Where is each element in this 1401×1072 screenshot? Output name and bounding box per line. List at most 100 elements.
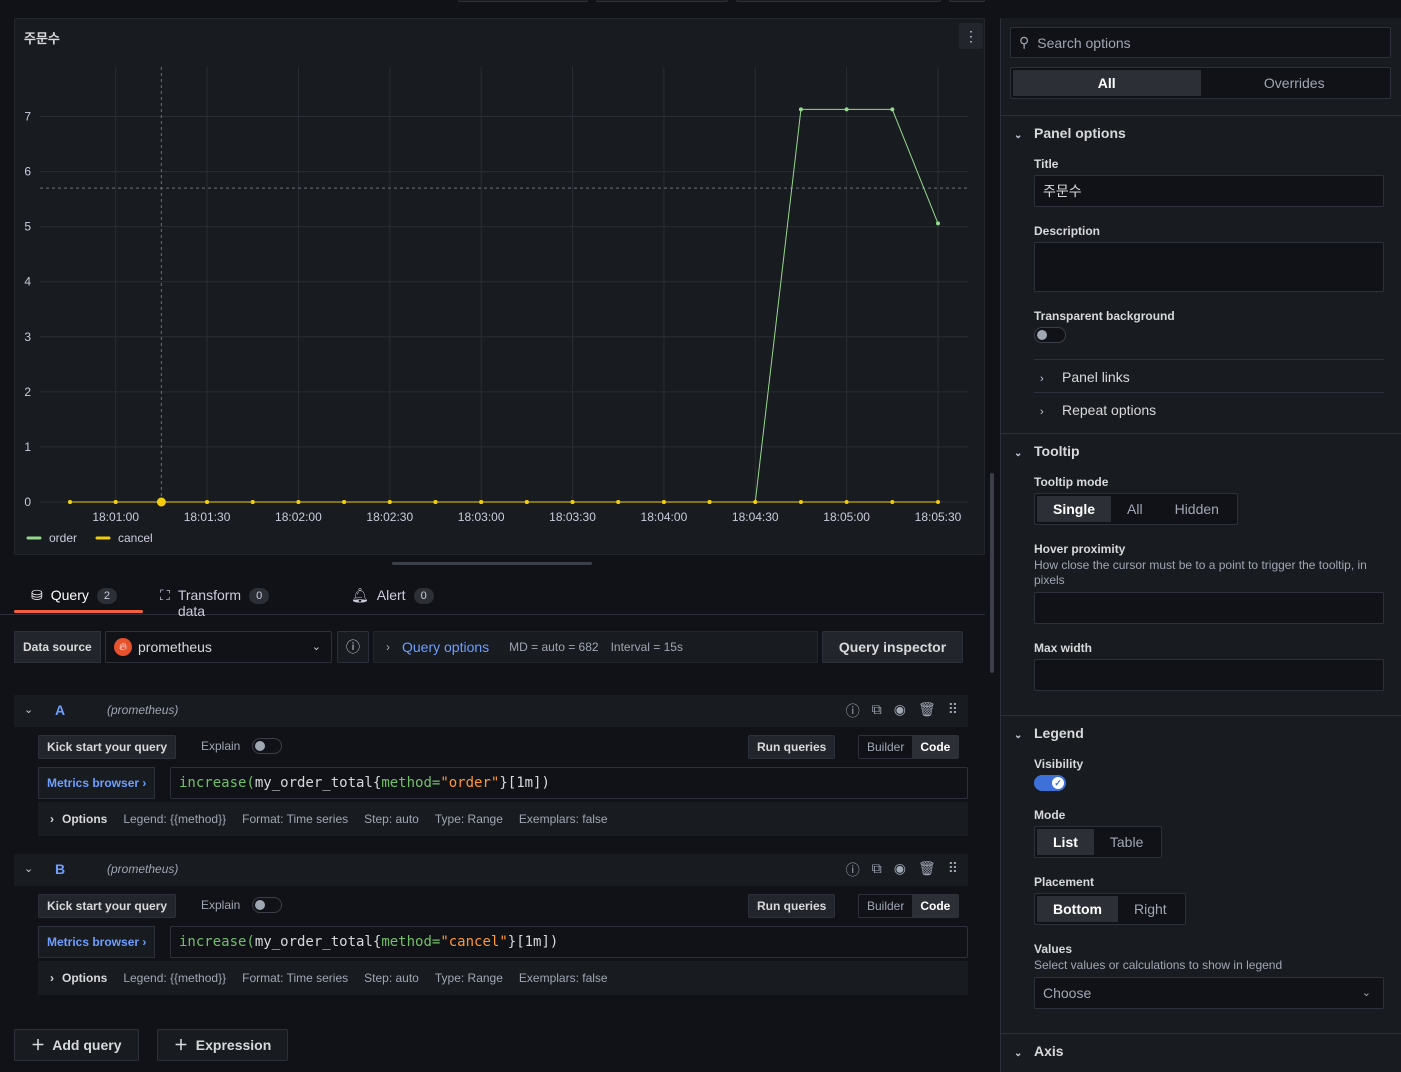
data-point-cancel	[524, 500, 529, 504]
x-tick-label: 18:04:00	[641, 510, 688, 524]
toolbar-button[interactable]	[736, 0, 941, 2]
tab-transform-count: 0	[249, 588, 270, 604]
expr-value: "cancel"	[440, 934, 508, 950]
hover-proximity-input[interactable]	[1034, 592, 1384, 624]
tooltip-mode-selector[interactable]: Single All Hidden	[1034, 493, 1238, 525]
tab-query[interactable]: ⛁ Query 2	[31, 587, 117, 619]
options-filter-tabs[interactable]: All Overrides	[1010, 67, 1391, 99]
tab-query-count: 2	[96, 588, 117, 604]
tab-overrides[interactable]: Overrides	[1201, 70, 1389, 96]
datasource-help-button[interactable]: ⓘ	[337, 631, 369, 663]
query-options[interactable]: › Query options MD = auto = 682 Interval…	[373, 631, 818, 663]
tooltip-mode-all[interactable]: All	[1111, 496, 1159, 522]
section-title: Tooltip	[1034, 443, 1080, 459]
values-select[interactable]: Choose ⌄	[1034, 977, 1384, 1009]
duplicate-icon[interactable]: ⧉	[872, 860, 882, 880]
time-series-chart[interactable]: 0 1 2 3 4 5 6 7 18:01:00 18:01:30 18:02:00 18:02:30…	[15, 19, 986, 556]
trash-icon[interactable]: 🗑︎	[918, 701, 936, 721]
drag-handle-icon[interactable]: ⠿	[948, 860, 958, 880]
run-queries-button[interactable]: Run queries	[748, 735, 836, 759]
tooltip-mode-hidden[interactable]: Hidden	[1159, 496, 1235, 522]
tab-transform[interactable]: ⛶ Transform data 0	[160, 587, 270, 619]
section-divider	[1001, 1033, 1401, 1034]
tooltip-mode-single[interactable]: Single	[1037, 496, 1112, 522]
add-query-button[interactable]: ＋ Add query	[14, 1029, 139, 1061]
eye-icon[interactable]: ◉	[894, 701, 906, 721]
values-placeholder: Choose	[1043, 985, 1092, 1001]
metrics-browser-button[interactable]: Metrics browser ›	[38, 767, 156, 799]
duplicate-icon[interactable]: ⧉	[872, 701, 882, 721]
run-queries-button[interactable]: Run queries	[748, 894, 836, 918]
editor-mode-toggle[interactable]: Builder Code	[858, 735, 960, 759]
tab-alert-label: Alert	[376, 587, 406, 603]
query-row-header-b[interactable]: ⌄ B (prometheus) ⓘ ⧉ ◉ 🗑︎ ⠿	[14, 854, 968, 886]
title-input[interactable]: 주문수	[1034, 175, 1384, 207]
query-expression-input[interactable]: increase(my_order_total{method="cancel"}…	[170, 926, 968, 958]
query-options-row[interactable]: › Options Legend: {{method}} Format: Tim…	[38, 802, 968, 836]
legend-mode-list[interactable]: List	[1037, 829, 1094, 855]
code-mode[interactable]: Code	[912, 736, 959, 758]
panel-links-section[interactable]: › Panel links	[1040, 369, 1130, 385]
description-textarea[interactable]	[1034, 242, 1384, 292]
legend-placement-selector[interactable]: Bottom Right	[1034, 893, 1186, 925]
eye-icon[interactable]: ◉	[894, 860, 906, 880]
placement-bottom[interactable]: Bottom	[1037, 896, 1118, 922]
legend-mode-selector[interactable]: List Table	[1034, 826, 1163, 858]
editor-scrollbar[interactable]	[990, 473, 994, 673]
transparent-toggle[interactable]	[1034, 327, 1066, 343]
repeat-options-section[interactable]: › Repeat options	[1040, 402, 1156, 418]
metrics-browser-button[interactable]: Metrics browser ›	[38, 926, 156, 958]
drag-handle-icon[interactable]: ⠿	[948, 701, 958, 721]
data-point-order	[844, 107, 849, 112]
expr-range: }[1m])	[499, 775, 550, 791]
query-ref[interactable]: A	[55, 702, 65, 718]
add-query-label: Add query	[52, 1037, 122, 1053]
tab-alert[interactable]: 🔔︎ Alert 0	[351, 587, 434, 619]
chevron-down-icon[interactable]: ⌄	[24, 862, 33, 875]
builder-mode[interactable]: Builder	[859, 736, 912, 758]
hover-proximity-desc: How close the cursor must be to a point …	[1034, 558, 1367, 587]
datasource-value: prometheus	[138, 639, 212, 655]
toolbar-button[interactable]	[596, 0, 728, 2]
query-options-md: MD = auto = 682	[509, 640, 599, 654]
query-row-header-a[interactable]: ⌄ A (prometheus) ⓘ ⧉ ◉ 🗑︎ ⠿	[14, 695, 968, 727]
data-point-cancel	[113, 500, 118, 504]
expr-metric: my_order_total	[254, 934, 373, 950]
editor-mode-toggle[interactable]: Builder Code	[858, 894, 960, 918]
section-divider	[1001, 433, 1401, 434]
section-axis[interactable]: ⌄ Axis	[1014, 1043, 1064, 1059]
y-tick-label: 3	[24, 330, 31, 344]
expr-function: increase(	[179, 934, 255, 950]
kick-start-button[interactable]: Kick start your query	[38, 894, 177, 918]
help-icon[interactable]: ⓘ	[846, 860, 860, 880]
builder-mode[interactable]: Builder	[859, 895, 912, 917]
tab-all[interactable]: All	[1013, 70, 1201, 96]
panel-resize-handle[interactable]	[392, 562, 592, 565]
section-panel-options[interactable]: ⌄ Panel options	[1014, 125, 1126, 141]
query-options-row[interactable]: › Options Legend: {{method}} Format: Tim…	[38, 961, 968, 995]
section-tooltip[interactable]: ⌄ Tooltip	[1014, 443, 1080, 459]
hover-proximity-label: Hover proximity	[1034, 542, 1126, 556]
datasource-picker[interactable]: 🔥︎ prometheus ⌄	[105, 631, 332, 663]
explain-toggle[interactable]	[252, 897, 282, 913]
legend-mode-table[interactable]: Table	[1094, 829, 1159, 855]
trash-icon[interactable]: 🗑︎	[918, 860, 936, 880]
explain-toggle[interactable]	[252, 738, 282, 754]
code-mode[interactable]: Code	[912, 895, 959, 917]
query-inspector-button[interactable]: Query inspector	[822, 631, 963, 663]
toolbar-button[interactable]	[458, 0, 588, 2]
placement-right[interactable]: Right	[1118, 896, 1183, 922]
chevron-down-icon[interactable]: ⌄	[24, 703, 33, 716]
help-icon[interactable]: ⓘ	[846, 701, 860, 721]
add-expression-button[interactable]: ＋ Expression	[157, 1029, 289, 1061]
query-ref[interactable]: B	[55, 861, 65, 877]
search-options-input[interactable]: ⚲ Search options	[1010, 27, 1391, 58]
option-format: Format: Time series	[242, 971, 349, 985]
query-expression-input[interactable]: increase(my_order_total{method="order"}[…	[170, 767, 968, 799]
section-legend[interactable]: ⌄ Legend	[1014, 725, 1084, 741]
max-width-input[interactable]	[1034, 659, 1384, 691]
toolbar-button[interactable]	[949, 0, 985, 2]
kick-start-button[interactable]: Kick start your query	[38, 735, 177, 759]
data-point-cancel	[844, 500, 849, 504]
legend-visibility-toggle[interactable]: ✓	[1034, 775, 1066, 791]
